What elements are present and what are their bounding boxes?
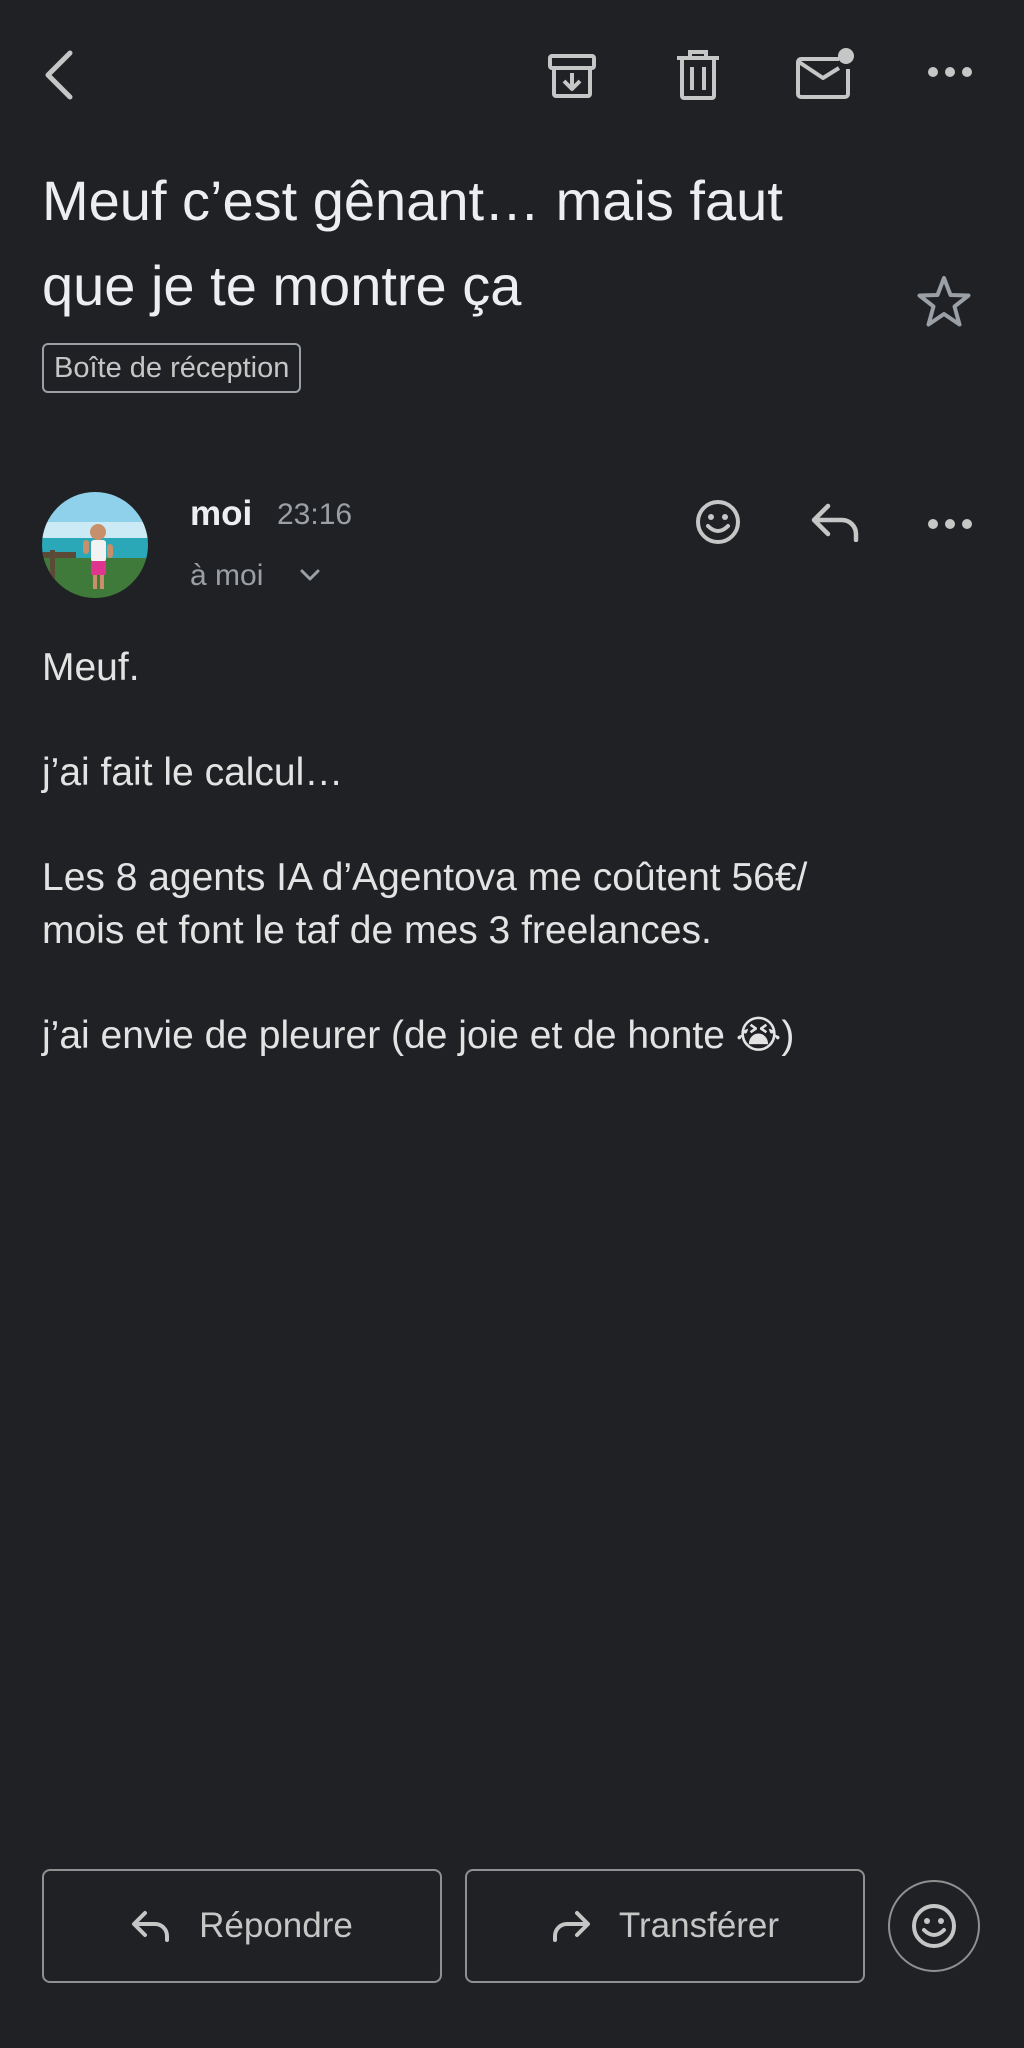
star-icon bbox=[917, 276, 971, 327]
more-options-button[interactable] bbox=[920, 52, 980, 92]
body-line-5-text: j’ai envie de pleurer (de joie et de hon… bbox=[42, 1014, 736, 1057]
add-reaction-button[interactable] bbox=[690, 494, 746, 550]
reply-action-label: Répondre bbox=[199, 1906, 353, 1945]
mail-unread-icon bbox=[796, 48, 854, 99]
emoji-reaction-button[interactable] bbox=[888, 1880, 980, 1972]
more-horizontal-icon bbox=[928, 67, 972, 77]
sender-avatar[interactable] bbox=[42, 492, 148, 598]
message-more-button[interactable] bbox=[920, 504, 980, 544]
avatar-photo bbox=[42, 492, 148, 598]
smiley-icon bbox=[696, 500, 740, 544]
body-line-5: j’ai envie de pleurer (de joie et de hon… bbox=[42, 1009, 942, 1062]
back-button[interactable] bbox=[30, 40, 86, 110]
chevron-left-icon bbox=[45, 50, 73, 100]
subject-line-1: Meuf c’est gênant… mais faut bbox=[42, 169, 783, 232]
forward-icon bbox=[552, 1911, 590, 1942]
reply-icon bbox=[811, 503, 859, 542]
sender-name: moi bbox=[190, 494, 253, 533]
star-button[interactable] bbox=[912, 270, 976, 334]
body-line-3: Les 8 agents IA d’Agentova me coûtent 56… bbox=[42, 856, 808, 899]
body-line-5-end: ) bbox=[781, 1014, 795, 1057]
body-line-1: Meuf. bbox=[42, 646, 140, 689]
crying-face-emoji: 😭 bbox=[735, 1014, 782, 1057]
recipient-summary[interactable]: à moi bbox=[190, 556, 263, 596]
archive-icon bbox=[548, 54, 596, 98]
subject-line-2: que je te montre ça bbox=[42, 254, 522, 317]
archive-button[interactable] bbox=[540, 44, 604, 108]
trash-icon bbox=[677, 50, 719, 100]
chevron-down-icon[interactable] bbox=[300, 568, 320, 587]
forward-action-button[interactable]: Transférer bbox=[465, 1869, 865, 1983]
email-subject: Meuf c’est gênant… mais faut que je te m… bbox=[42, 158, 862, 328]
mark-unread-button[interactable] bbox=[792, 42, 858, 108]
inbox-label-chip[interactable]: Boîte de réception bbox=[42, 343, 302, 393]
body-line-2: j’ai fait le calcul… bbox=[42, 751, 344, 794]
message-timestamp: 23:16 bbox=[277, 498, 353, 531]
delete-button[interactable] bbox=[666, 44, 730, 108]
reply-button[interactable] bbox=[806, 494, 866, 550]
forward-action-label: Transférer bbox=[618, 1906, 780, 1945]
more-horizontal-icon bbox=[928, 519, 972, 529]
reply-action-button[interactable]: Répondre bbox=[42, 1869, 442, 1983]
smiley-icon bbox=[912, 1904, 956, 1948]
body-line-4: mois et font le taf de mes 3 freelances. bbox=[42, 909, 712, 952]
email-view-screen: Meuf c’est gênant… mais faut que je te m… bbox=[0, 0, 1024, 2048]
reply-icon bbox=[132, 1911, 170, 1942]
